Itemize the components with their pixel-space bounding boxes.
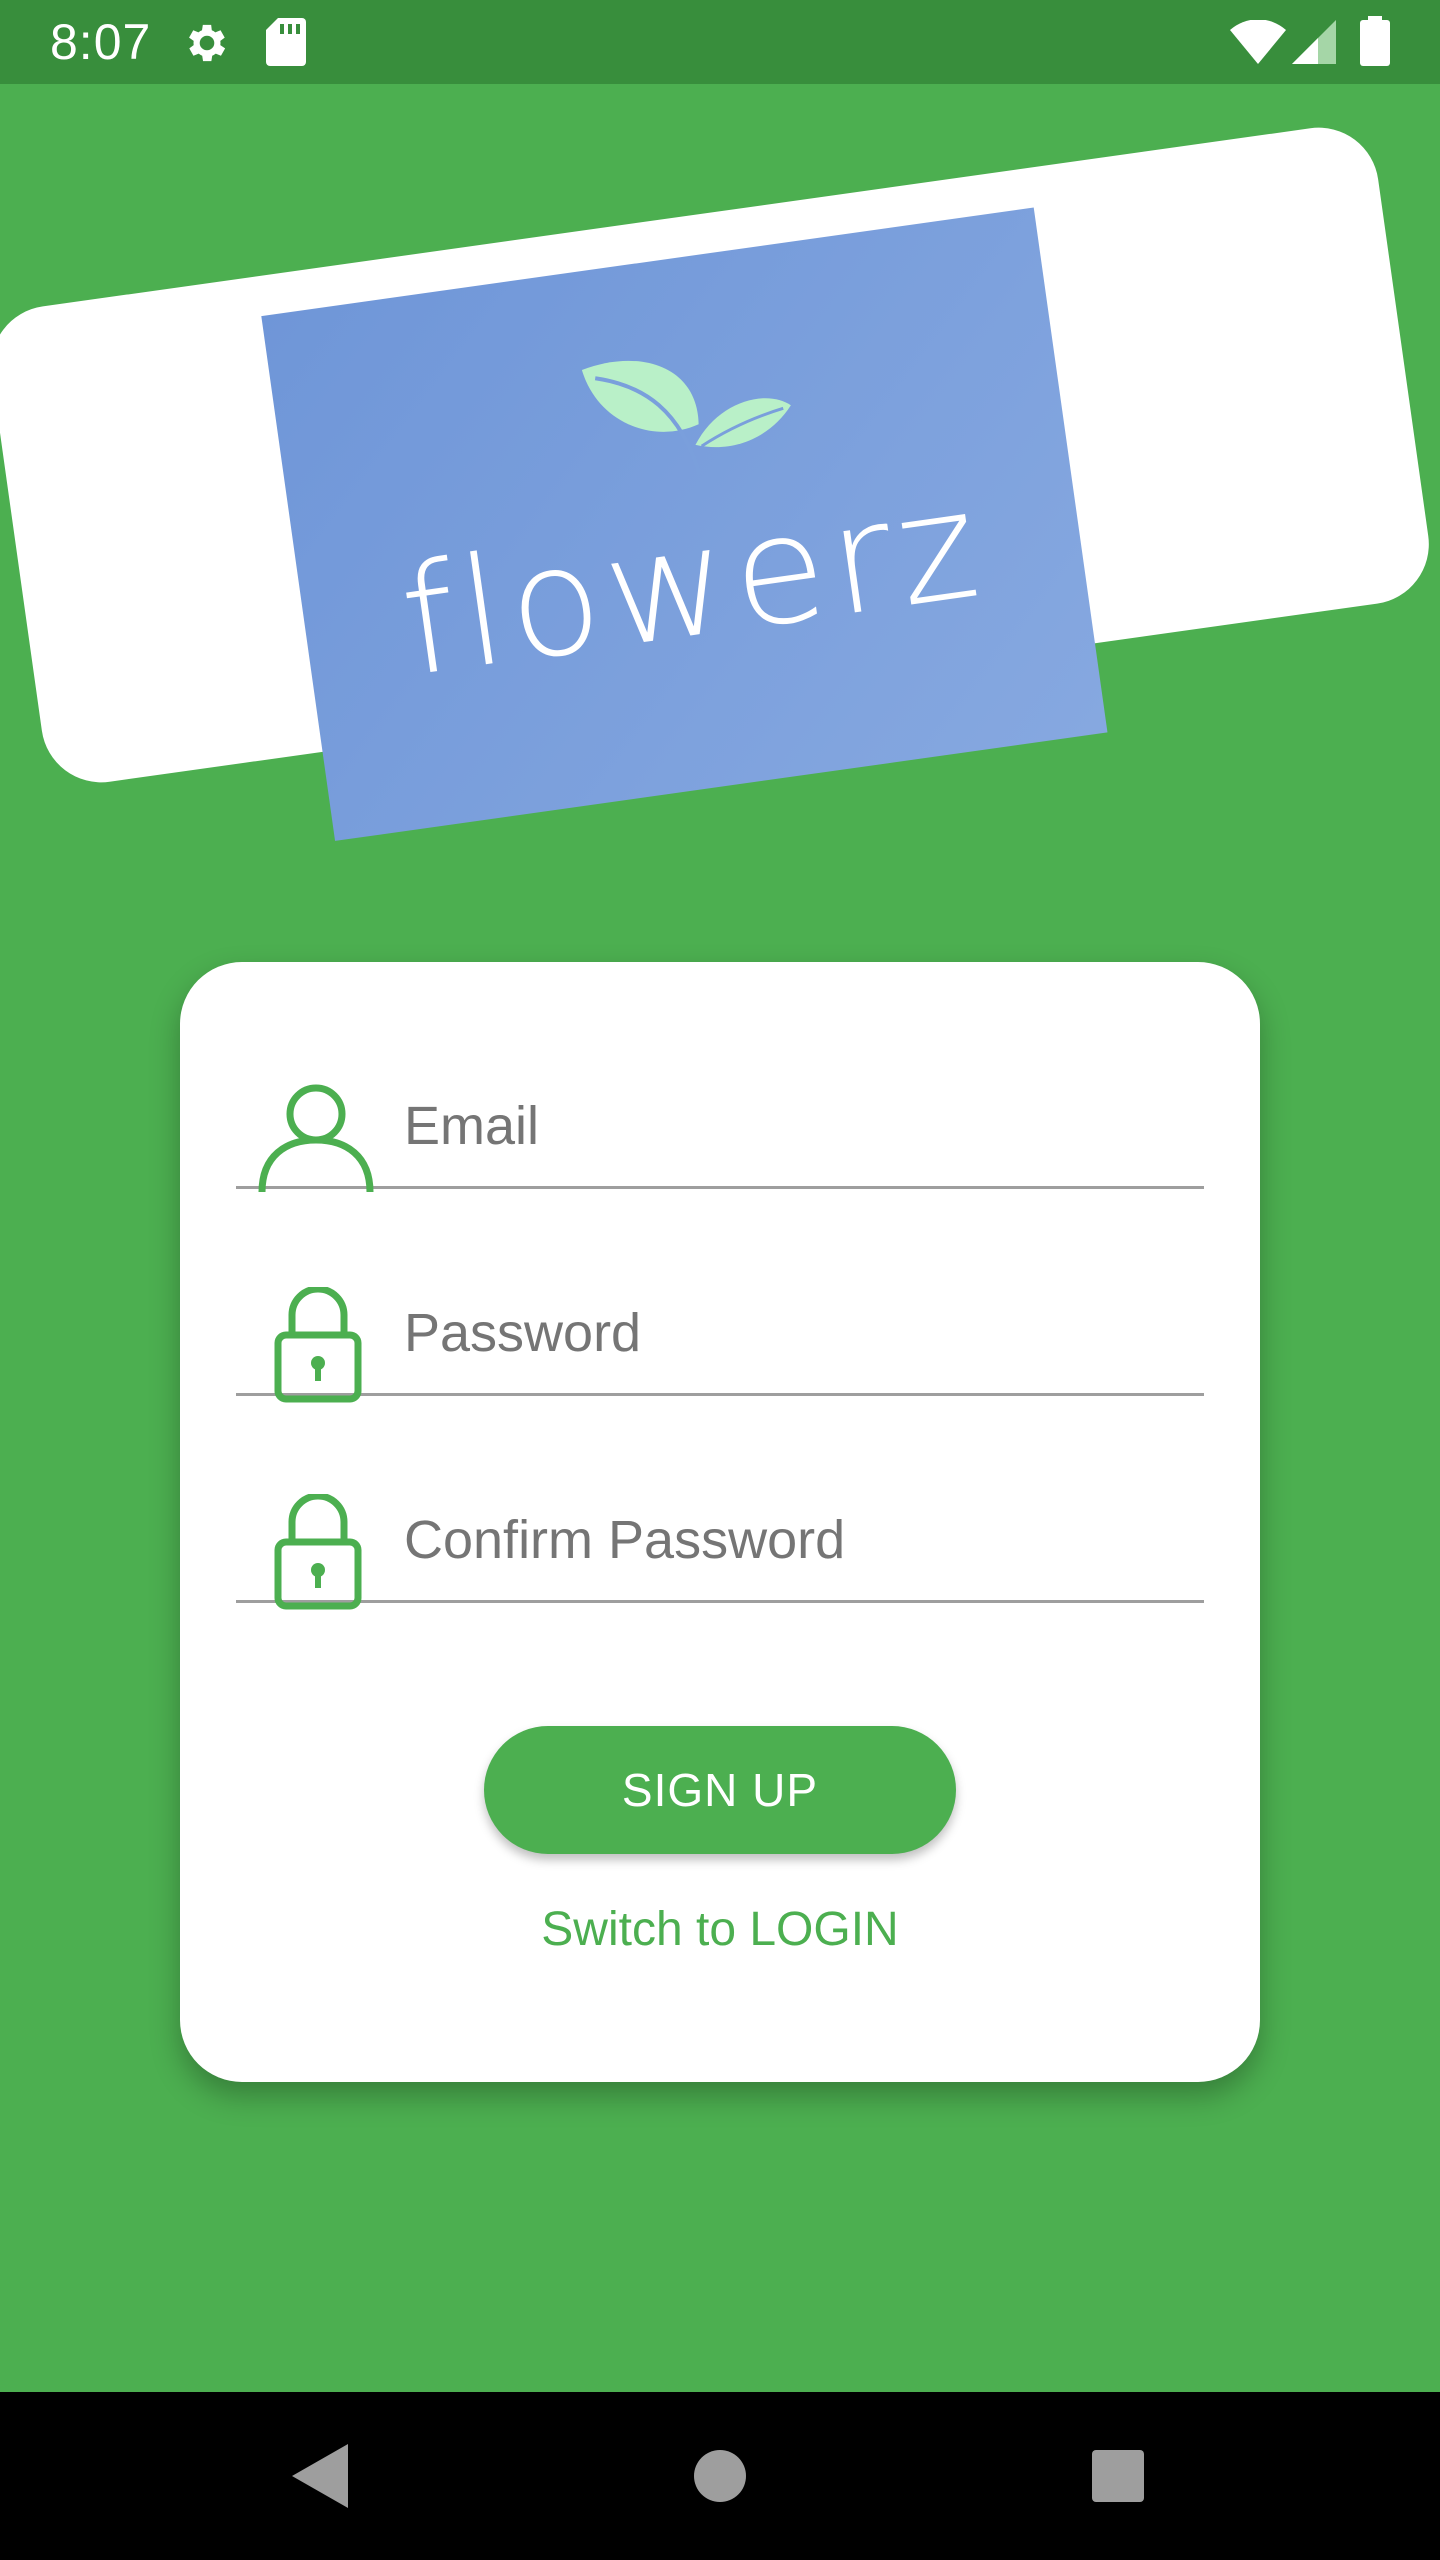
logo-banner: flowerz [0,119,1437,841]
back-icon[interactable] [280,2436,360,2516]
leaf-icon [581,360,791,476]
status-time: 8:07 [50,14,152,70]
signup-card: SIGN UP Switch to LOGIN [180,962,1260,2082]
email-field-row [236,980,1204,1193]
password-field[interactable] [404,1293,1184,1373]
settings-icon [189,24,226,62]
logo-box: flowerz [261,207,1108,841]
password-field-row [236,1187,1204,1403]
battery-icon [1360,16,1390,66]
home-icon[interactable] [680,2436,760,2516]
wifi-icon [1230,20,1286,64]
email-field[interactable] [404,1086,1184,1166]
signal-icon [1292,20,1336,64]
signup-button[interactable]: SIGN UP [484,1726,956,1854]
sd-card-icon [266,18,306,66]
recents-icon[interactable] [1078,2436,1158,2516]
switch-to-login-link[interactable]: Switch to LOGIN [180,1902,1260,1957]
lock-icon [274,1494,362,1610]
lock-icon [274,1287,362,1403]
confirm-password-field[interactable] [404,1500,1184,1580]
confirm-password-field-row [236,1394,1204,1610]
status-bar: 8:07 [0,0,1440,84]
navigation-bar [0,2392,1440,2560]
person-icon [258,1084,374,1193]
logo-text: flowerz [391,456,994,711]
